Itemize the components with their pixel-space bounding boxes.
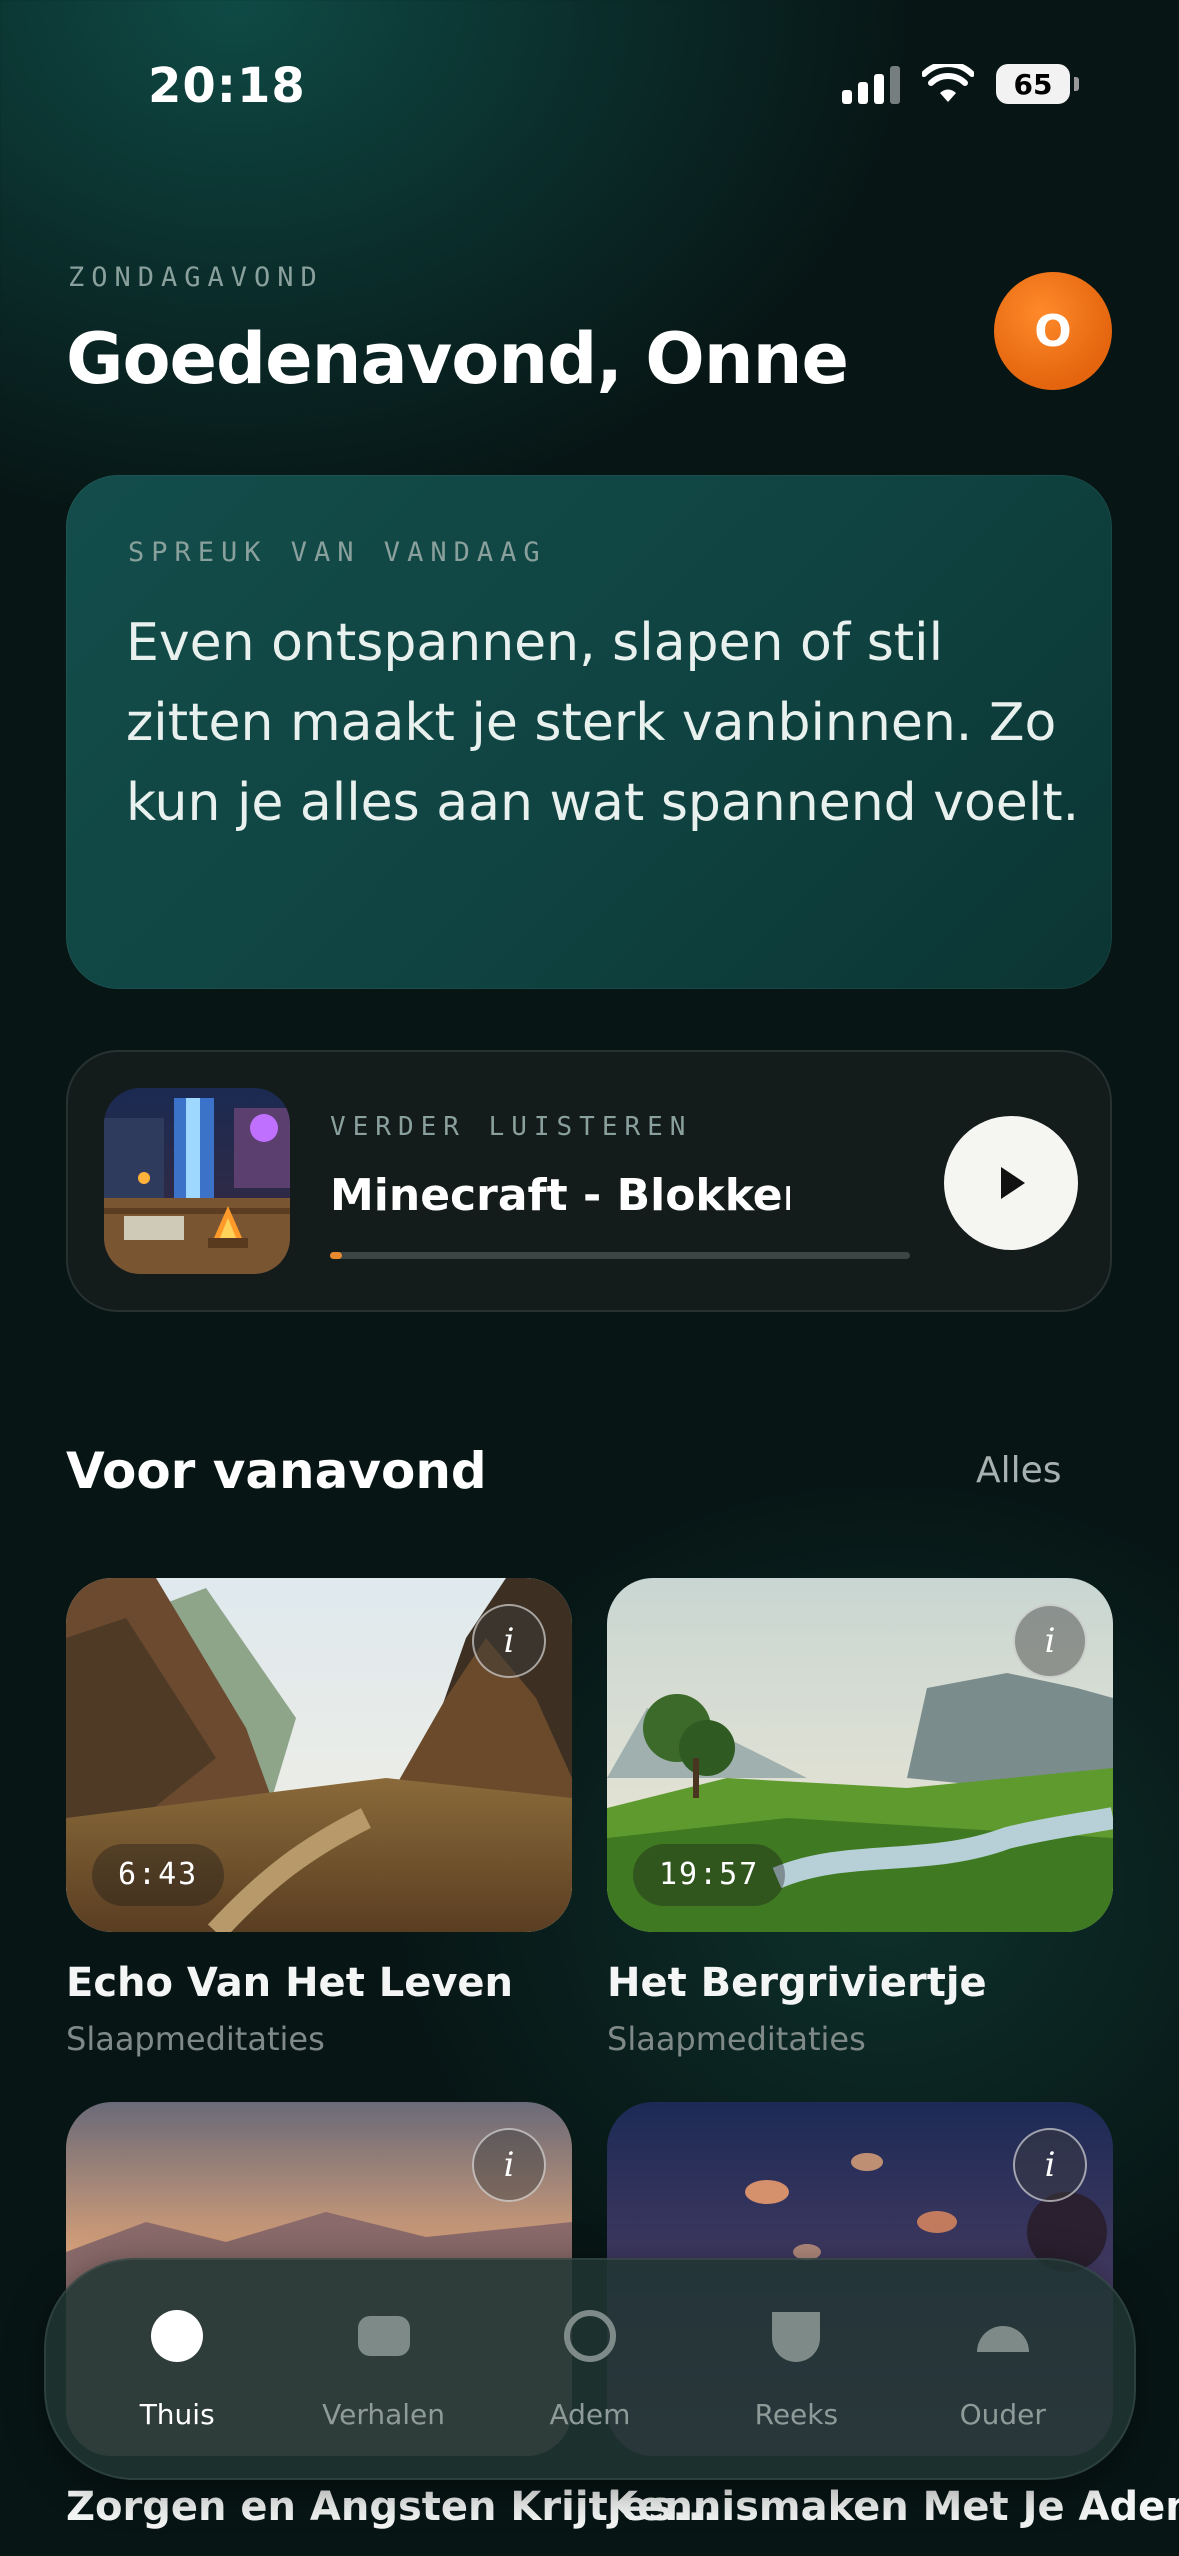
info-button[interactable]: i [472, 2128, 546, 2202]
tab-reeks[interactable]: Reeks [701, 2308, 891, 2431]
content-card[interactable]: i 6:43 Echo Van Het Leven Slaapmeditatie… [66, 1578, 572, 2058]
battery-level: 65 [996, 64, 1070, 104]
section-title: Voor vanavond [66, 1442, 487, 1500]
continue-progress-bar [330, 1252, 910, 1259]
quote-text: Even ontspannen, slapen of stil zitten m… [126, 613, 1080, 833]
battery-icon: 65 [996, 64, 1079, 104]
bottom-tab-bar: Thuis Verhalen Adem Reeks Ouder [44, 2258, 1136, 2480]
series-shield-icon [768, 2308, 824, 2364]
tab-label: Reeks [754, 2397, 839, 2431]
continue-label: VERDER LUISTEREN [330, 1112, 693, 1142]
card-subtitle: Slaapmeditaties [66, 2020, 325, 2058]
continue-thumbnail [104, 1088, 290, 1274]
continue-title: Minecraft - Blokken Van ... [330, 1170, 790, 1221]
tab-ouder[interactable]: Ouder [908, 2308, 1098, 2431]
breath-ring-icon [562, 2308, 618, 2364]
quote-label: SPREUK VAN VANDAAG [128, 537, 547, 568]
cellular-signal-icon [842, 64, 900, 104]
stories-rect-icon [356, 2308, 412, 2364]
avatar-initial: O [1034, 305, 1072, 357]
wifi-icon [922, 64, 974, 102]
play-icon [1001, 1167, 1025, 1199]
tab-thuis[interactable]: Thuis [82, 2308, 272, 2431]
status-icons: 65 [842, 64, 1079, 104]
duration-badge: 6:43 [92, 1844, 225, 1906]
info-button[interactable]: i [1013, 1604, 1087, 1678]
info-button[interactable]: i [472, 1604, 546, 1678]
continue-progress-fill [330, 1252, 342, 1259]
card-title: Kennismaken Met Je Adem [607, 2484, 1179, 2530]
card-title: Zorgen en Angsten Krijtjes... [66, 2484, 718, 2530]
home-circle-icon [149, 2308, 205, 2364]
day-label: ZONDAGAVOND [68, 262, 324, 293]
tab-label: Ouder [959, 2397, 1046, 2431]
card-title: Echo Van Het Leven [66, 1960, 514, 2006]
card-image: i 19:57 [607, 1578, 1113, 1932]
greeting-title: Goedenavond, Onne [66, 318, 849, 400]
see-all-link[interactable]: Alles [976, 1450, 1062, 1491]
tab-adem[interactable]: Adem [495, 2308, 685, 2431]
daily-quote-card: SPREUK VAN VANDAAG Even ontspannen, slap… [66, 475, 1112, 989]
content-card[interactable]: i 19:57 Het Bergriviertje Slaapmeditatie… [607, 1578, 1113, 2058]
tab-verhalen[interactable]: Verhalen [289, 2308, 479, 2431]
tab-label: Adem [549, 2397, 631, 2431]
card-image: i 6:43 [66, 1578, 572, 1932]
info-button[interactable]: i [1013, 2128, 1087, 2202]
duration-badge: 19:57 [633, 1844, 786, 1906]
status-time: 20:18 [148, 58, 306, 114]
card-title: Het Bergriviertje [607, 1960, 987, 2006]
play-button[interactable] [944, 1116, 1078, 1250]
parent-dome-icon [975, 2308, 1031, 2364]
profile-avatar[interactable]: O [994, 272, 1112, 390]
tab-label: Thuis [139, 2397, 215, 2431]
card-subtitle: Slaapmeditaties [607, 2020, 866, 2058]
tab-label: Verhalen [322, 2397, 446, 2431]
status-bar: 20:18 65 [0, 0, 1179, 170]
continue-listening-card[interactable]: VERDER LUISTEREN Minecraft - Blokken Van… [66, 1050, 1112, 1312]
